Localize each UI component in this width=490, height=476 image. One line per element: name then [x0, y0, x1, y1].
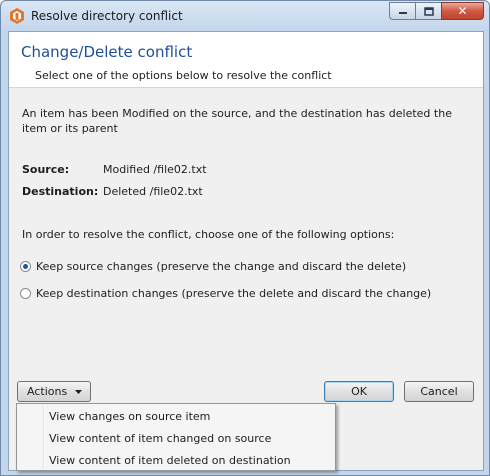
window-controls: ✕ — [389, 2, 484, 21]
ok-button[interactable]: OK — [324, 381, 394, 402]
radio-keep-destination[interactable] — [20, 288, 31, 299]
maximize-button[interactable] — [415, 2, 441, 20]
minimize-icon — [398, 12, 407, 14]
chevron-down-icon — [75, 390, 82, 394]
title-bar[interactable]: Resolve directory conflict ✕ — [1, 1, 489, 31]
menu-item-view-content-changed-source[interactable]: View content of item changed on source — [49, 432, 271, 445]
close-icon: ✕ — [457, 4, 468, 18]
option-keep-destination[interactable]: Keep destination changes (preserve the d… — [20, 287, 431, 300]
option-keep-source[interactable]: Keep source changes (preserve the change… — [20, 260, 406, 273]
ok-button-label: OK — [351, 385, 367, 398]
minimize-button[interactable] — [389, 2, 415, 20]
dialog-header: Change/Delete conflict Select one of the… — [9, 32, 483, 88]
destination-label: Destination: — [22, 185, 99, 198]
radio-keep-source[interactable] — [20, 261, 31, 272]
menu-item-view-content-deleted-destination[interactable]: View content of item deleted on destinat… — [49, 454, 291, 467]
destination-value: Deleted /file02.txt — [103, 185, 203, 198]
actions-button[interactable]: Actions — [17, 381, 91, 402]
conflict-subtitle: Select one of the options below to resol… — [35, 69, 332, 82]
conflict-description: An item has been Modified on the source,… — [22, 107, 452, 135]
actions-menu: View changes on source item View content… — [16, 403, 336, 471]
option-keep-source-label: Keep source changes (preserve the change… — [36, 260, 407, 273]
actions-button-label: Actions — [27, 385, 68, 398]
option-keep-destination-label: Keep destination changes (preserve the d… — [36, 287, 432, 300]
menu-separator — [43, 406, 45, 468]
maximize-icon — [423, 6, 434, 16]
source-label: Source: — [22, 163, 70, 176]
cancel-button-label: Cancel — [420, 385, 458, 398]
dialog-body: An item has been Modified on the source,… — [9, 88, 483, 373]
cancel-button[interactable]: Cancel — [404, 381, 474, 402]
conflict-title: Change/Delete conflict — [21, 43, 193, 61]
instruction-text: In order to resolve the conflict, choose… — [22, 228, 395, 241]
menu-item-view-changes-source[interactable]: View changes on source item — [49, 410, 210, 423]
radio-selected-dot — [23, 264, 28, 269]
close-button[interactable]: ✕ — [441, 2, 484, 20]
source-value: Modified /file02.txt — [103, 163, 207, 176]
app-logo-icon — [10, 8, 24, 24]
window-title: Resolve directory conflict — [31, 9, 183, 23]
